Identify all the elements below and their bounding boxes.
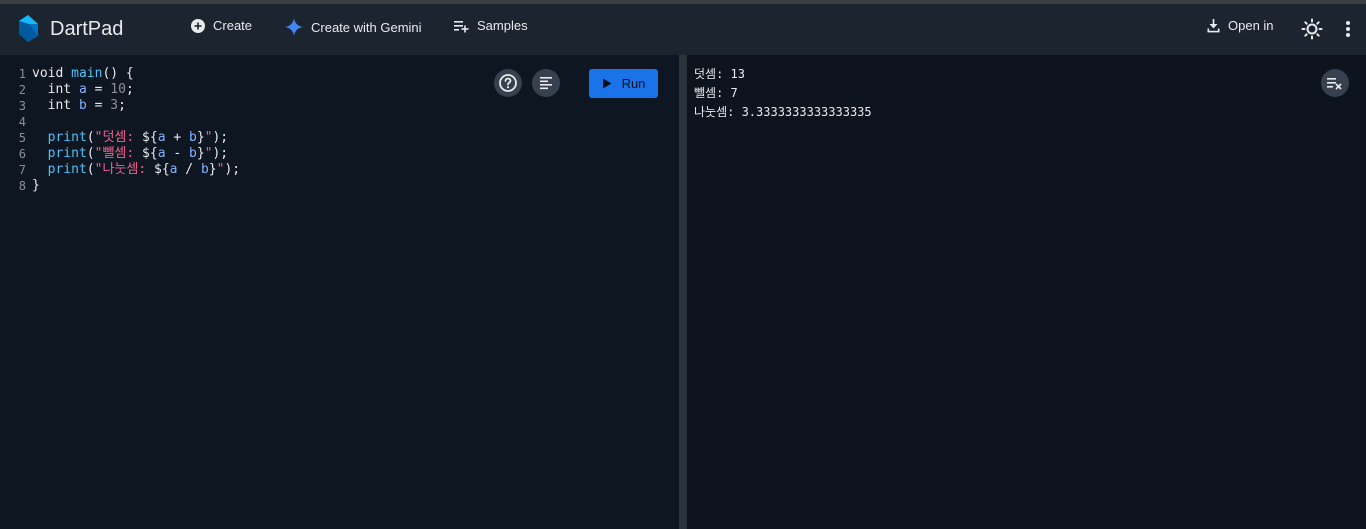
panel-divider[interactable] [679, 55, 687, 529]
line-number: 6 [18, 147, 26, 161]
code-lines[interactable]: 1 void main() {2 int a = 10; 3 int b = 3; 4… [0, 66, 240, 194]
samples-label: Samples [477, 18, 528, 33]
code-token: print [32, 130, 87, 145]
playlist-add-icon [454, 20, 469, 32]
output-line: 덧셈: 13 [694, 67, 745, 81]
code-token: () { [102, 66, 134, 81]
code-token: a [78, 82, 87, 97]
code-token: void [32, 66, 72, 81]
code-token: } [32, 178, 40, 193]
code-token: "덧셈: [94, 130, 143, 145]
code-line[interactable]: 5 print("덧셈: ${a + b} "); [0, 130, 240, 146]
code-token: = [86, 98, 111, 113]
code-token: } [196, 146, 205, 161]
code-token: " [216, 162, 225, 177]
code-line[interactable]: 3 int b = 3; [0, 98, 240, 114]
open-in-button[interactable]: Open in [1207, 18, 1274, 33]
line-number: 7 [18, 163, 26, 177]
download-icon [1207, 18, 1220, 32]
console-output: 덧셈: 13 뺄셈: 7 나눗셈: 3.3333333333333335 [687, 55, 1366, 529]
open-in-label: Open in [1228, 18, 1274, 33]
theme-toggle-button[interactable] [1301, 18, 1323, 40]
samples-button[interactable]: Samples [454, 18, 528, 33]
output-line: 나눗셈: 3.3333333333333335 [694, 105, 872, 119]
code-token: ${ [154, 162, 170, 177]
code-token: " [204, 146, 213, 161]
code-token: ); [224, 162, 241, 177]
code-token: ( [86, 130, 95, 145]
dartpad-logo[interactable]: DartPad [16, 14, 123, 44]
code-token: "뺄셈: [94, 146, 143, 161]
code-token: ( [86, 162, 95, 177]
code-token: "나눗셈: [94, 162, 154, 177]
code-line[interactable]: 2 int a = 10; [0, 82, 240, 98]
code-token: main [71, 66, 103, 81]
code-token: ); [212, 146, 229, 161]
create-label: Create [213, 18, 253, 33]
code-token: ); [212, 130, 229, 145]
code-token: 3 [110, 98, 119, 113]
top-bar: DartPad Create Create with Gemini Sample… [0, 0, 1366, 55]
code-token: b [189, 130, 197, 145]
code-token: b [78, 98, 87, 113]
code-token: b [189, 146, 197, 161]
code-token: " [204, 130, 213, 145]
clear-all-icon [1327, 78, 1342, 90]
clear-console-button[interactable] [1321, 69, 1349, 97]
code-line[interactable]: 6 print("뺄셈: ${a - b} "); [0, 146, 240, 162]
code-token: = [86, 82, 111, 97]
more-vert-icon [1346, 21, 1350, 37]
code-token: int [32, 82, 79, 97]
add-circle-icon [191, 18, 205, 33]
code-token: a [169, 162, 178, 177]
line-number: 4 [18, 115, 26, 129]
line-number: 2 [18, 83, 26, 97]
line-number: 8 [18, 179, 26, 193]
code-token: / [177, 162, 201, 177]
code-token: ${ [142, 146, 158, 161]
output-lines: 덧셈: 13 뺄셈: 7 나눗셈: 3.3333333333333335 [694, 65, 872, 122]
format-align-left-icon [540, 77, 552, 90]
more-options-button[interactable] [1340, 19, 1356, 39]
help-button[interactable] [494, 69, 522, 97]
sun-icon [1301, 18, 1323, 40]
code-token: ; [125, 82, 134, 97]
code-token: ${ [142, 130, 158, 145]
code-token: } [196, 130, 205, 145]
code-editor[interactable]: 1 void main() {2 int a = 10; 3 int b = 3; 4… [0, 55, 679, 529]
code-line[interactable]: 4 [0, 114, 240, 130]
app-title: DartPad [50, 17, 124, 40]
code-token: 10 [110, 82, 126, 97]
output-line: 뺄셈: 7 [694, 86, 738, 100]
code-token: print [32, 162, 87, 177]
run-button[interactable]: Run [589, 69, 658, 98]
play-icon [602, 78, 612, 89]
run-label: Run [621, 76, 646, 91]
help-icon [499, 74, 517, 92]
line-number: 1 [18, 67, 26, 81]
format-button[interactable] [532, 69, 560, 97]
code-token: } [208, 162, 217, 177]
code-token: ; [118, 98, 126, 113]
code-token: b [200, 162, 209, 177]
line-number: 5 [18, 131, 26, 145]
code-line[interactable]: 1 void main() { [0, 66, 240, 82]
code-token: - [165, 146, 189, 161]
code-token: print [32, 146, 87, 161]
dart-logo-icon [19, 15, 38, 42]
code-token: a [157, 146, 166, 161]
create-button[interactable]: Create [191, 18, 252, 33]
code-token: + [165, 130, 189, 145]
create-with-gemini-label: Create with Gemini [311, 19, 422, 35]
code-token: int [32, 98, 79, 113]
gemini-sparkle-icon [285, 18, 303, 36]
code-line[interactable]: 7 print("나눗셈: ${a / b} "); [0, 162, 240, 178]
code-token: ( [86, 146, 95, 161]
code-token: a [157, 130, 166, 145]
line-number: 3 [18, 99, 26, 113]
create-with-gemini-button[interactable]: Create with Gemini [285, 18, 422, 36]
code-line[interactable]: 8} [0, 178, 240, 194]
